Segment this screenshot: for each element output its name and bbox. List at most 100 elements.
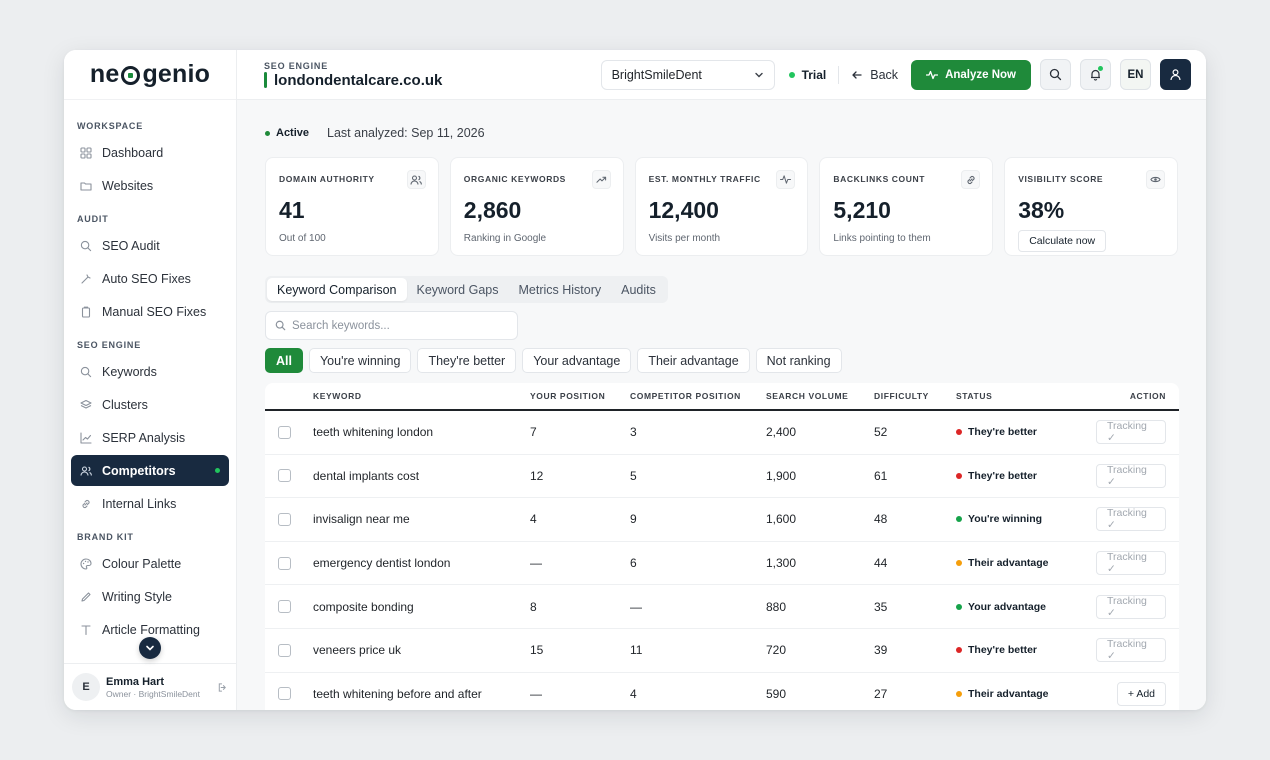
sidebar-item-manual-seo-fixes[interactable]: Manual SEO Fixes [71, 296, 229, 327]
app-window: ne genio WORKSPACE Dashboard Websites AUDIT S… [64, 50, 1206, 710]
row-checkbox-cell [265, 600, 313, 614]
nav-section-brand-kit: BRAND KIT [77, 532, 134, 542]
status-label: You're winning [968, 513, 1043, 526]
status-cell: Their advantage [956, 688, 1096, 700]
table-row[interactable]: dental implants cost 12 5 1,900 61 They're be… [265, 455, 1179, 499]
filter-all[interactable]: All [265, 348, 303, 373]
filter-you-re-winning[interactable]: You're winning [308, 348, 412, 373]
tab-audits[interactable]: Audits [611, 278, 666, 301]
table-row[interactable]: emergency dentist london — 6 1,300 44 Their a… [265, 542, 1179, 586]
tracking-button[interactable]: Tracking ✓ [1096, 594, 1166, 619]
sidebar-item-seo-audit[interactable]: SEO Audit [71, 230, 229, 261]
table-row[interactable]: teeth whitening london 7 3 2,400 52 They're b… [265, 411, 1179, 455]
row-checkbox[interactable] [278, 556, 291, 570]
pen-icon [79, 590, 93, 604]
sidebar-item-keywords[interactable]: Keywords [71, 356, 229, 387]
calculate-now-button[interactable]: Calculate now [1018, 230, 1107, 252]
analyze-now-button[interactable]: Analyze Now [911, 59, 1031, 90]
row-checkbox-cell [265, 556, 313, 570]
eye-icon [1145, 170, 1165, 189]
search-button[interactable] [1040, 59, 1071, 90]
sidebar-item-dashboard[interactable]: Dashboard [71, 137, 229, 168]
metric-cards: DOMAIN AUTHORITY 41 Out of 100 ORGANIC KEYW… [265, 157, 1178, 256]
row-checkbox[interactable] [278, 425, 291, 439]
row-checkbox[interactable] [278, 687, 291, 701]
logout-icon[interactable] [217, 682, 228, 693]
active-dot [265, 130, 270, 136]
filter-their-advantage[interactable]: Their advantage [637, 348, 750, 373]
filter-they-re-better[interactable]: They're better [417, 348, 517, 373]
row-checkbox[interactable] [278, 512, 291, 526]
status-cell: You're winning [956, 513, 1096, 525]
metric-value: 5,210 [833, 197, 891, 223]
search-box[interactable] [265, 311, 518, 340]
row-checkbox[interactable] [278, 469, 291, 483]
avatar: E [72, 673, 100, 701]
column-header-difficulty[interactable]: DIFFICULTY [874, 391, 956, 401]
user-profile[interactable]: E Emma Hart Owner · BrightSmileDent [64, 663, 236, 710]
user-name: Emma Hart [106, 675, 165, 688]
sidebar-item-writing-style[interactable]: Writing Style [71, 581, 229, 612]
column-header-status[interactable]: STATUS [956, 391, 1096, 401]
competitor-position-cell: 6 [630, 556, 637, 571]
sidebar-item-colour-palette[interactable]: Colour Palette [71, 548, 229, 579]
profile-button[interactable] [1160, 59, 1191, 90]
tracking-button[interactable]: Tracking ✓ [1096, 507, 1166, 532]
search-volume-cell: 880 [766, 599, 787, 614]
table-row[interactable]: composite bonding 8 — 880 35 Your advantage Tr… [265, 585, 1179, 629]
layers-icon [79, 398, 93, 412]
table-row[interactable]: veneers price uk 15 11 720 39 They're better T… [265, 629, 1179, 673]
tab-keyword-gaps[interactable]: Keyword Gaps [407, 278, 509, 301]
table-row[interactable]: invisalign near me 4 9 1,600 48 You're winnin… [265, 498, 1179, 542]
logo[interactable]: ne genio [64, 50, 236, 100]
tab-keyword-comparison[interactable]: Keyword Comparison [267, 278, 407, 301]
sidebar-item-auto-seo-fixes[interactable]: Auto SEO Fixes [71, 263, 229, 294]
search-input[interactable] [292, 319, 492, 332]
palette-icon [79, 557, 93, 571]
content: Active Last analyzed: Sep 11, 2026 DOMAI… [237, 100, 1206, 710]
clipboard-icon [79, 305, 93, 319]
sidebar-item-label: Internal Links [102, 496, 177, 511]
sidebar-item-competitors[interactable]: Competitors [71, 455, 229, 486]
notifications-button[interactable] [1080, 59, 1111, 90]
column-header-keyword[interactable]: KEYWORD [313, 391, 530, 401]
competitor-select-value: BrightSmileDent [611, 67, 702, 82]
back-button[interactable]: Back [851, 68, 898, 82]
column-header-competitor-position[interactable]: COMPETITOR POSITION [630, 391, 766, 401]
filter-not-ranking[interactable]: Not ranking [755, 348, 842, 373]
status-badge: They're better [956, 426, 1096, 438]
column-header-search-volume[interactable]: SEARCH VOLUME [766, 391, 874, 401]
sidebar-item-label: SEO Audit [102, 238, 160, 253]
your-position-cell: 4 [530, 512, 537, 527]
domain-accent-bar [264, 72, 267, 88]
tracking-button[interactable]: Tracking ✓ [1096, 420, 1166, 445]
add-button[interactable]: + Add [1116, 681, 1166, 706]
status-badge: Your advantage [956, 601, 1096, 613]
tracking-button[interactable]: Tracking ✓ [1096, 463, 1166, 488]
sidebar-item-label: Dashboard [102, 145, 164, 160]
nav-section-workspace: WORKSPACE [77, 121, 144, 131]
sidebar-item-serp-analysis[interactable]: SERP Analysis [71, 422, 229, 453]
tab-metrics-history[interactable]: Metrics History [508, 278, 611, 301]
sidebar-item-websites[interactable]: Websites [71, 170, 229, 201]
filter-your-advantage[interactable]: Your advantage [522, 348, 632, 373]
column-header-your-position[interactable]: YOUR POSITION [530, 391, 630, 401]
row-checkbox[interactable] [278, 643, 291, 657]
filter-chips: All You're winning They're better Your adva… [265, 348, 1178, 373]
difficulty-cell: 39 [874, 643, 888, 658]
tracking-button[interactable]: Tracking ✓ [1096, 638, 1166, 663]
metric-label: BACKLINKS COUNT [833, 174, 926, 184]
sidebar-item-clusters[interactable]: Clusters [71, 389, 229, 420]
table-row[interactable]: teeth whitening before and after — 4 590 27 T… [265, 673, 1179, 710]
competitor-select[interactable]: BrightSmileDent [600, 59, 775, 90]
difficulty-cell: 48 [874, 512, 888, 527]
your-position-cell: 12 [530, 468, 544, 483]
action-cell: + Add [1096, 681, 1179, 706]
scroll-down-button[interactable] [139, 637, 161, 659]
tracking-button[interactable]: Tracking ✓ [1096, 551, 1166, 576]
language-button[interactable]: EN [1120, 59, 1151, 90]
sidebar-item-internal-links[interactable]: Internal Links [71, 488, 229, 519]
row-checkbox[interactable] [278, 600, 291, 614]
arrow-left-icon [851, 69, 863, 81]
action-cell: Tracking ✓ [1096, 463, 1179, 488]
